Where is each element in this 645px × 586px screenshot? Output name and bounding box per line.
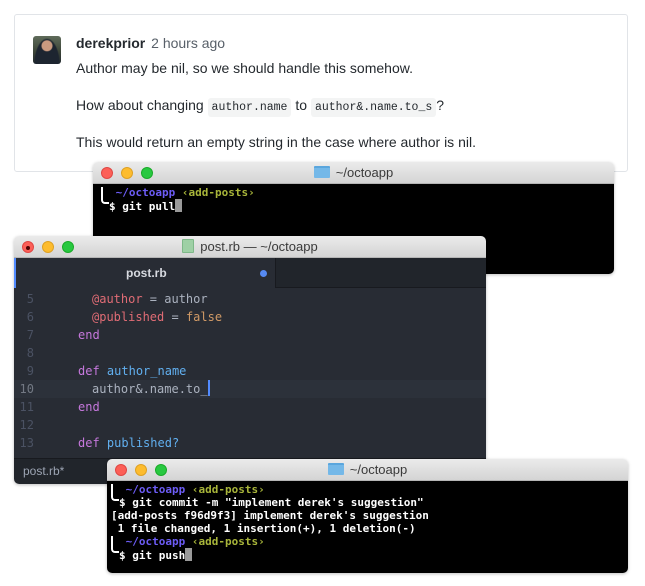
comment-text: to [295, 97, 308, 113]
prompt-path: ~/octoapp [115, 186, 176, 199]
output-line: 1 file changed, 1 insertion(+), 1 deleti… [111, 522, 416, 535]
prompt-path: ~/octoapp [125, 483, 186, 496]
comment-paragraph: Author may be nil, so we should handle t… [76, 60, 413, 76]
terminal-cursor [175, 199, 183, 212]
tab-post-rb[interactable]: post.rb [14, 258, 276, 288]
prompt-branch: ‹add-posts› [181, 186, 255, 199]
status-file-name[interactable]: post.rb* [23, 464, 64, 478]
comment-timestamp[interactable]: 2 hours ago [151, 35, 225, 51]
comment-header: derekprior 2 hours ago [76, 35, 225, 51]
command-text: $ git commit -m "implement derek's sugge… [119, 496, 424, 509]
prompt-branch: ‹add-posts› [191, 483, 265, 496]
command-line: $ git commit -m "implement derek's sugge… [111, 496, 628, 509]
line-number: 12 [19, 418, 34, 432]
prompt-line: ~/octoapp ‹add-posts› [111, 535, 628, 553]
command-text: $ git push [119, 549, 186, 562]
line-number: 10 [19, 382, 34, 396]
comment-author[interactable]: derekprior [76, 35, 145, 51]
code-token: end [78, 400, 100, 414]
code-token: @author [92, 292, 143, 306]
line-number: 5 [26, 292, 34, 306]
output-line: [add-posts f96d9f3] implement derek's su… [111, 509, 429, 522]
line-number: 7 [26, 328, 34, 342]
terminal-window: ~/octoapp ~/octoapp ‹add-posts› $ git co… [107, 459, 628, 573]
code-line: 13 def published? [14, 434, 486, 452]
code-token: published? [106, 436, 180, 450]
code-line: 5 @author = author [14, 290, 486, 308]
prompt-branch: ‹add-posts› [191, 535, 265, 548]
comment-paragraph: How about changing author.name to author… [76, 97, 445, 117]
window-titlebar[interactable]: ~/octoapp [93, 162, 614, 184]
inline-code: author&.name.to_s [310, 98, 437, 117]
code-token: author&.name.to_ [92, 382, 208, 396]
window-title-text: ~/octoapp [349, 462, 408, 477]
code-token: false [185, 310, 223, 324]
code-line: 11 end [14, 398, 486, 416]
window-title: ~/octoapp [107, 462, 628, 477]
code-token: @published [92, 310, 165, 324]
line-number: 9 [26, 364, 34, 378]
code-token: def [78, 364, 100, 378]
window-title: ~/octoapp [93, 165, 614, 180]
line-number: 11 [19, 400, 34, 414]
window-title: post.rb — ~/octoapp [14, 239, 486, 254]
code-token: = author [142, 292, 208, 306]
prompt-path: ~/octoapp [125, 535, 186, 548]
tab-label: post.rb [126, 266, 167, 280]
inline-code: author.name [207, 98, 292, 117]
tab-bar: post.rb [14, 258, 486, 288]
modified-indicator-icon[interactable] [260, 270, 267, 277]
code-line: 12 [14, 416, 486, 434]
avatar[interactable] [33, 36, 61, 64]
comment-text: ? [436, 97, 445, 113]
code-line: 7 end [14, 326, 486, 344]
ruby-file-icon [182, 239, 195, 253]
terminal-cursor [185, 548, 193, 561]
window-title-text: post.rb — ~/octoapp [200, 239, 318, 254]
line-number: 6 [26, 310, 34, 324]
prompt-line: ~/octoapp ‹add-posts› [111, 483, 628, 501]
command-line: $ git pull [101, 199, 614, 213]
folder-icon [313, 166, 330, 178]
code-token: author_name [106, 364, 187, 378]
comment-paragraph: This would return an empty string in the… [76, 134, 476, 150]
command-text: $ git pull [109, 200, 176, 213]
window-title-text: ~/octoapp [335, 165, 394, 180]
prompt-line: ~/octoapp ‹add-posts› [101, 186, 614, 204]
code-editor[interactable]: 5 @author = author 6 @published = false 7 e… [14, 288, 486, 458]
review-comment: derekprior 2 hours ago Author may be nil… [14, 14, 628, 172]
code-line-active: 10 author&.name.to_ [14, 380, 486, 398]
code-line: 6 @published = false [14, 308, 486, 326]
editor-window: post.rb — ~/octoapp post.rb 5 @author = a… [14, 236, 486, 484]
line-number: 13 [19, 436, 34, 450]
code-token: def [78, 436, 100, 450]
code-line: 9 def author_name [14, 362, 486, 380]
command-line: $ git push [111, 548, 628, 562]
code-token: end [78, 328, 100, 342]
folder-icon [327, 463, 344, 475]
window-titlebar[interactable]: ~/octoapp [107, 459, 628, 481]
line-number: 8 [26, 346, 34, 360]
code-token: = [164, 310, 186, 324]
comment-text: How about changing [76, 97, 204, 113]
terminal-output[interactable]: ~/octoapp ‹add-posts› $ git commit -m "i… [107, 481, 628, 573]
window-titlebar[interactable]: post.rb — ~/octoapp [14, 236, 486, 258]
text-cursor [207, 380, 210, 396]
code-line: 8 [14, 344, 486, 362]
